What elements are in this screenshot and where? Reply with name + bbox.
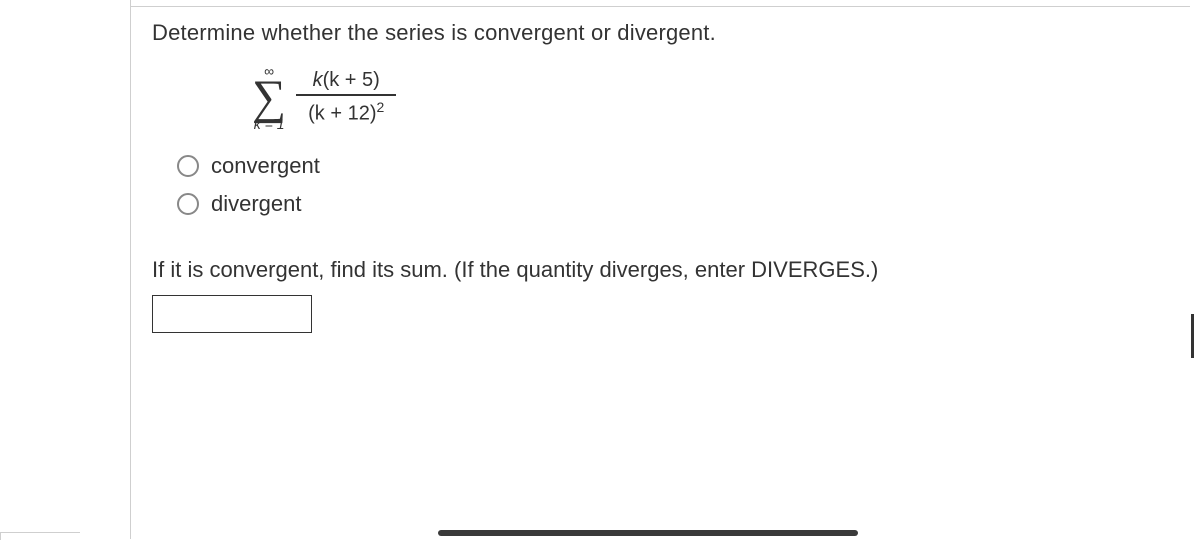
question-container: Determine whether the series is converge… [0, 0, 1200, 554]
option-convergent[interactable]: convergent [177, 153, 1160, 179]
text-cursor-icon [1191, 314, 1194, 358]
bottom-left-corner [0, 532, 80, 540]
top-border [130, 6, 1190, 7]
left-border [130, 0, 131, 539]
radio-options: convergent divergent [177, 153, 1160, 217]
series-expression: ∞ ∑ k = 1 k(k + 5) (k + 12)2 [252, 64, 1160, 131]
sigma-icon: ∑ [252, 76, 286, 119]
horizontal-scrollbar[interactable] [138, 530, 1186, 538]
summation-lower: k = 1 [254, 117, 285, 131]
sum-prompt: If it is convergent, find its sum. (If t… [152, 257, 1160, 283]
content-area: Determine whether the series is converge… [152, 20, 1160, 333]
fraction-denominator: (k + 12)2 [302, 96, 390, 126]
option-label: divergent [211, 191, 302, 217]
sum-input[interactable] [152, 295, 312, 333]
fraction-numerator: k(k + 5) [296, 69, 396, 96]
summation-symbol: ∞ ∑ k = 1 [252, 64, 286, 131]
radio-icon[interactable] [177, 155, 199, 177]
option-label: convergent [211, 153, 320, 179]
radio-icon[interactable] [177, 193, 199, 215]
question-prompt: Determine whether the series is converge… [152, 20, 1160, 46]
option-divergent[interactable]: divergent [177, 191, 1160, 217]
fraction: k(k + 5) (k + 12)2 [296, 69, 396, 126]
scrollbar-thumb[interactable] [438, 530, 858, 536]
